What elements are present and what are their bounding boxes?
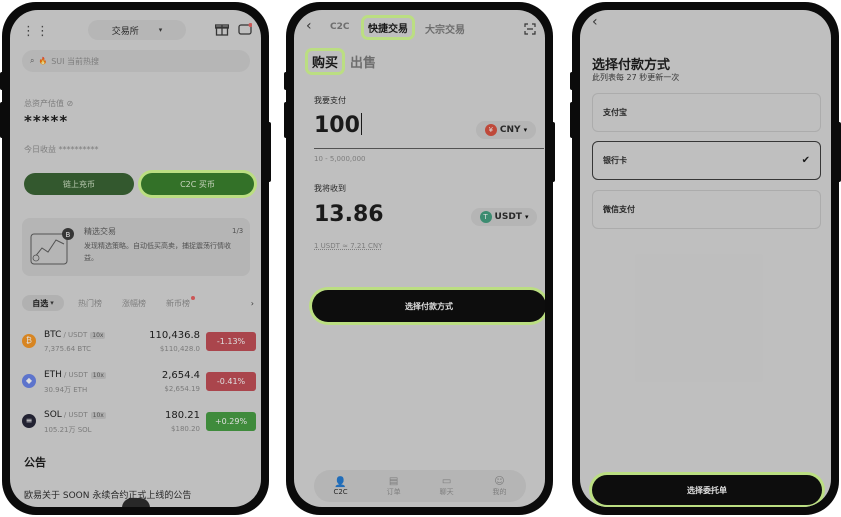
bottom-nav: 👤 C2C ▤ 订单 ▭ 聊天 ☺ 我的 <box>314 470 526 502</box>
search-placeholder: SUI 当前热搜 <box>51 56 100 66</box>
coin-change-badge[interactable]: -1.13% <box>206 332 256 351</box>
usdt-icon: T <box>479 211 492 223</box>
phone-frame-exchange: ⋮⋮ 交易所 ▾ ⌕ 🔥 SUI 当前热搜 总资产估值 ⊘ ***** 今日收益… <box>0 2 271 515</box>
tab-new-coins[interactable]: 新币榜 <box>166 295 195 309</box>
payment-method-bank-card[interactable]: 银行卡 ✔ <box>592 141 821 180</box>
scan-icon[interactable] <box>524 20 536 39</box>
screen-quick-trade: ‹ C2C 快捷交易 大宗交易 购买 出售 我要支付 100 ¥ CNY ▾ 1… <box>294 10 545 507</box>
coin-volume: 105.21万 SOL <box>44 426 92 434</box>
message-icon[interactable] <box>238 22 253 41</box>
back-icon[interactable]: ‹ <box>306 18 312 34</box>
promo-card[interactable]: B 精选交易 1/3 发现精选策略。自动低买高卖，捕捉震荡行情收益。 <box>22 218 250 276</box>
coin-row-eth[interactable]: ◆ ETH / USDT 10x 30.94万 ETH 2,654.4 $2,654.19-… <box>22 368 256 408</box>
chat-icon: ▭ <box>441 475 452 487</box>
profile-icon: ☺ <box>494 475 505 487</box>
coin-price: 110,436.8 <box>149 330 200 341</box>
announcement-link[interactable]: 欧易关于 SOON 永续合约正式上线的公告 <box>24 488 191 501</box>
coin-fiat-price: $110,428.0 <box>159 345 200 353</box>
tab-hot[interactable]: 热门榜 <box>78 298 102 309</box>
leverage-badge: 10x <box>90 372 106 379</box>
home-fab[interactable] <box>122 498 150 507</box>
apps-grid-icon[interactable]: ⋮⋮ <box>22 24 50 39</box>
buy-tab[interactable]: 购买 <box>308 51 343 72</box>
today-earnings: 今日收益 ********** <box>24 145 99 154</box>
coin-quote: / USDT <box>63 371 88 379</box>
svg-text:B: B <box>66 231 71 239</box>
coin-symbol: BTC <box>44 330 62 340</box>
coin-quote: / USDT <box>63 411 88 419</box>
leverage-badge: 10x <box>90 412 106 419</box>
assets-value: ***** <box>24 112 69 130</box>
coin-btc-icon: ₿ <box>22 334 36 348</box>
payment-method-alipay[interactable]: 支付宝 <box>592 93 821 132</box>
sell-tab[interactable]: 出售 <box>350 52 376 71</box>
tab-block-trade[interactable]: 大宗交易 <box>425 21 465 36</box>
checkmark-icon: ✔ <box>801 155 810 166</box>
nav-chat[interactable]: ▭ 聊天 <box>440 476 454 497</box>
chart-illustration-icon: B <box>30 228 74 265</box>
cny-icon: ¥ <box>484 124 497 136</box>
coin-row-sol[interactable]: ≡ SOL / USDT 10x 105.21万 SOL 180.21 $180.20 +0.… <box>22 408 256 448</box>
market-tabs: 自选 ▾ 热门榜 涨幅榜 新币榜 › <box>22 294 254 312</box>
coin-symbol: SOL <box>44 410 62 420</box>
chevron-down-icon: ▾ <box>158 26 163 34</box>
receive-label: 我将收到 <box>314 184 346 193</box>
nav-me[interactable]: ☺ 我的 <box>493 476 507 497</box>
tab-gainers[interactable]: 涨幅榜 <box>122 298 146 309</box>
pay-label: 我要支付 <box>314 96 346 105</box>
search-icon: ⌕ <box>30 56 35 65</box>
exchange-mode-selector[interactable]: 交易所 ▾ <box>88 20 186 40</box>
coin-quote: / USDT <box>63 331 88 339</box>
exchange-rate[interactable]: 1 USDT ≈ 7.21 CNY <box>314 242 382 250</box>
exchange-title: 交易所 <box>111 26 139 37</box>
onchain-deposit-button[interactable]: 链上充币 <box>24 173 134 195</box>
coin-change-badge[interactable]: +0.29% <box>206 412 256 431</box>
tab-c2c[interactable]: C2C <box>330 22 349 32</box>
page-title: 选择付款方式 <box>592 58 671 73</box>
user-icon: 👤 <box>334 476 347 488</box>
chevron-right-icon[interactable]: › <box>251 299 254 308</box>
receive-amount: 13.86 <box>314 202 384 227</box>
pay-currency-selector[interactable]: ¥ CNY ▾ <box>476 121 536 139</box>
c2c-buy-button[interactable]: C2C 买币 <box>141 173 254 195</box>
coin-symbol: ETH <box>44 370 62 380</box>
back-icon[interactable]: ‹ <box>592 14 598 30</box>
coin-volume: 7,375.64 BTC <box>44 345 91 353</box>
screen-exchange: ⋮⋮ 交易所 ▾ ⌕ 🔥 SUI 当前热搜 总资产估值 ⊘ ***** 今日收益… <box>10 10 261 507</box>
eye-off-icon: ⊘ <box>66 99 74 108</box>
orders-icon: ▤ <box>388 475 399 487</box>
coin-eth-icon: ◆ <box>22 374 36 388</box>
gift-icon[interactable] <box>214 22 230 40</box>
leverage-badge: 10x <box>90 332 106 339</box>
coin-volume: 30.94万 ETH <box>44 386 88 394</box>
fire-icon: 🔥 <box>38 57 48 65</box>
coin-sol-icon: ≡ <box>22 414 36 428</box>
select-order-button[interactable]: 选择委托单 <box>592 475 822 505</box>
promo-title: 精选交易 <box>84 227 116 236</box>
promo-text: 发现精选策略。自动低买高卖，捕捉震荡行情收益。 <box>84 242 231 262</box>
promo-page-indicator: 1/3 <box>232 227 244 235</box>
coin-change-badge[interactable]: -0.41% <box>206 372 256 391</box>
pay-range: 10 - 5,000,000 <box>314 155 366 163</box>
receive-currency-selector[interactable]: T USDT ▾ <box>471 208 537 226</box>
phone-frame-payment-method: ‹ 选择付款方式 此列表每 27 秒更新一次 支付宝 银行卡 ✔ 微信支付 选择… <box>570 2 841 515</box>
assets-label: 总资产估值 ⊘ <box>24 99 74 108</box>
payment-method-wechat[interactable]: 微信支付 <box>592 190 821 229</box>
tab-favorites[interactable]: 自选 ▾ <box>22 295 64 311</box>
coin-list: ₿ BTC / USDT 10x 7,375.64 BTC 110,436.8 $110,4… <box>22 328 256 448</box>
phone-frame-quick-trade: ‹ C2C 快捷交易 大宗交易 购买 出售 我要支付 100 ¥ CNY ▾ 1… <box>284 2 555 515</box>
coin-price: 2,654.4 <box>161 370 200 381</box>
tab-quick-trade[interactable]: 快捷交易 <box>364 18 412 37</box>
coin-row-btc[interactable]: ₿ BTC / USDT 10x 7,375.64 BTC 110,436.8 $110,4… <box>22 328 256 368</box>
screen-payment-method: ‹ 选择付款方式 此列表每 27 秒更新一次 支付宝 银行卡 ✔ 微信支付 选择… <box>580 10 831 507</box>
search-bar[interactable]: ⌕ 🔥 SUI 当前热搜 <box>22 50 250 72</box>
announcement-title: 公告 <box>24 456 46 469</box>
nav-orders[interactable]: ▤ 订单 <box>387 476 401 497</box>
coin-fiat-price: $2,654.19 <box>164 385 200 393</box>
nav-c2c[interactable]: 👤 C2C <box>333 477 347 496</box>
select-payment-method-button[interactable]: 选择付款方式 <box>312 290 545 322</box>
coin-fiat-price: $180.20 <box>171 425 200 433</box>
coin-price: 180.21 <box>165 410 200 421</box>
refresh-notice: 此列表每 27 秒更新一次 <box>592 73 680 82</box>
